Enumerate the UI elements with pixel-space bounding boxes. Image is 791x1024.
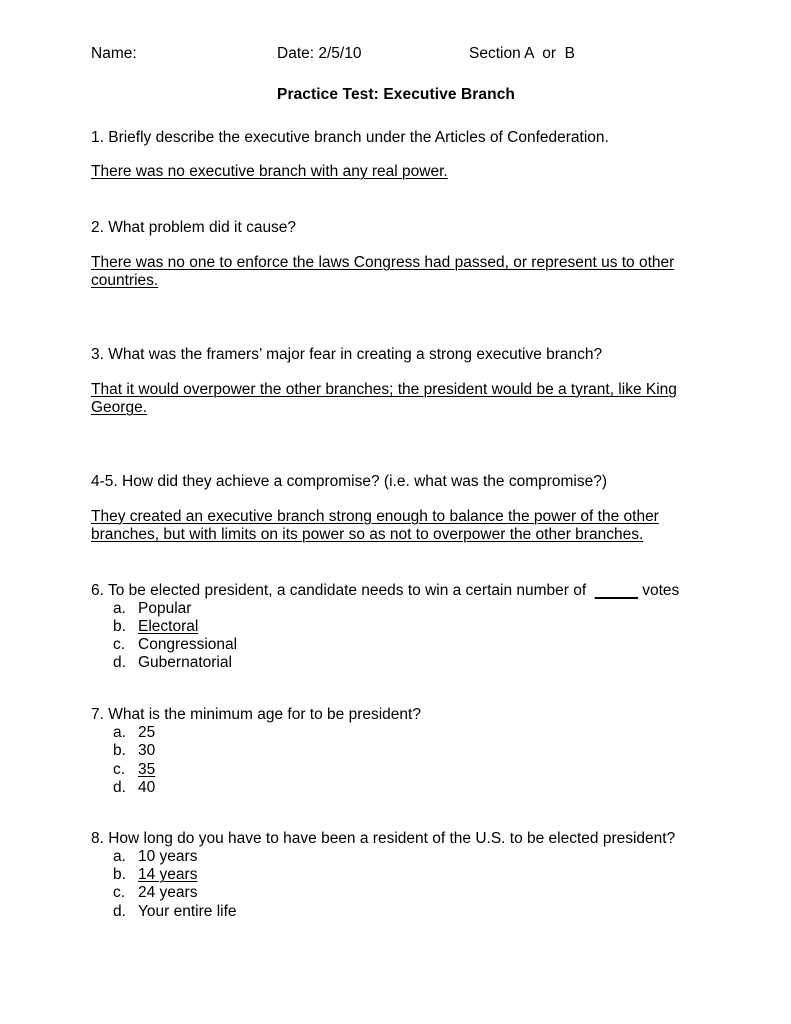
choice-label: 25	[138, 724, 156, 742]
choice-marker: a.	[113, 848, 126, 865]
choice-marker: b.	[113, 866, 126, 884]
question-6-text: 6. To be elected president, a candidate …	[91, 581, 701, 600]
question-2-text: 2. What problem did it cause?	[91, 218, 297, 236]
choice-marker: c.	[113, 884, 126, 902]
choice-6-a[interactable]: a. Popular	[91, 600, 701, 618]
question-4-5-text: 4-5. How did they achieve a compromise? …	[91, 472, 608, 490]
choice-label: 30	[138, 742, 156, 760]
choice-marker: d.	[113, 778, 126, 796]
choice-marker: c.	[113, 635, 126, 653]
choice-label: Congressional	[138, 635, 238, 653]
question-3-answer: That it would overpower the other branch…	[91, 380, 677, 417]
choice-marker: b.	[113, 617, 126, 635]
name-field-label: Name:	[91, 45, 137, 62]
choice-label: 24 years	[138, 884, 198, 902]
question-6-choices: a. Popular b. Electoral c. Congressional d.…	[91, 600, 701, 673]
document-body: Name: Date: 2/5/10 Section A or B Practi…	[91, 44, 701, 921]
question-4-5-answer: They created an executive branch strong …	[91, 507, 659, 544]
choice-marker: d.	[113, 654, 126, 672]
question-6-blank: _____	[594, 581, 638, 599]
choice-marker: a.	[113, 599, 126, 617]
choice-7-b[interactable]: b. 30	[91, 742, 701, 760]
question-6-prefix: 6. To be elected president, a candidate …	[91, 581, 595, 599]
date-field-label: Date: 2/5/10	[277, 45, 362, 62]
choice-7-d[interactable]: d. 40	[91, 779, 701, 797]
choice-label: Your entire life	[138, 902, 237, 920]
question-8-text: 8. How long do you have to have been a r…	[91, 830, 676, 847]
document-page: Name: Date: 2/5/10 Section A or B Practi…	[0, 0, 791, 1024]
question-8-choices: a. 10 years b. 14 years c. 24 years d. Your …	[91, 848, 701, 921]
choice-marker: a.	[113, 724, 126, 742]
question-3-text: 3. What was the framers’ major fear in c…	[91, 345, 603, 363]
choice-7-a[interactable]: a. 25	[91, 724, 701, 742]
choice-label: Popular	[138, 599, 192, 617]
page-title: Practice Test: Executive Branch	[277, 86, 515, 103]
choice-marker: c.	[113, 760, 126, 778]
choice-8-b[interactable]: b. 14 years	[91, 866, 701, 884]
choice-label: Gubernatorial	[138, 654, 232, 672]
question-1-answer: There was no executive branch with any r…	[91, 163, 448, 180]
question-6-suffix: votes	[637, 581, 680, 599]
choice-8-d[interactable]: d. Your entire life	[91, 903, 701, 921]
choice-6-b[interactable]: b. Electoral	[91, 618, 701, 636]
section-field-label: Section A or B	[469, 45, 575, 62]
choice-label: 14 years	[138, 866, 198, 884]
question-7-choices: a. 25 b. 30 c. 35 d. 40	[91, 724, 701, 797]
choice-marker: d.	[113, 902, 126, 920]
question-2-answer: There was no one to enforce the laws Con…	[91, 253, 675, 290]
choice-label: 10 years	[138, 848, 198, 865]
choice-8-c[interactable]: c. 24 years	[91, 884, 701, 902]
choice-label: Electoral	[138, 617, 199, 635]
choice-7-c[interactable]: c. 35	[91, 761, 701, 779]
choice-label: 40	[138, 778, 156, 796]
choice-6-c[interactable]: c. Congressional	[91, 636, 701, 654]
choice-marker: b.	[113, 742, 126, 760]
header-row: Name: Date: 2/5/10 Section A or B	[91, 44, 701, 68]
choice-label: 35	[138, 760, 156, 778]
question-7-text: 7. What is the minimum age for to be pre…	[91, 706, 421, 724]
choice-6-d[interactable]: d. Gubernatorial	[91, 654, 701, 672]
choice-8-a[interactable]: a. 10 years	[91, 848, 701, 866]
question-1-text: 1. Briefly describe the executive branch…	[91, 129, 609, 146]
